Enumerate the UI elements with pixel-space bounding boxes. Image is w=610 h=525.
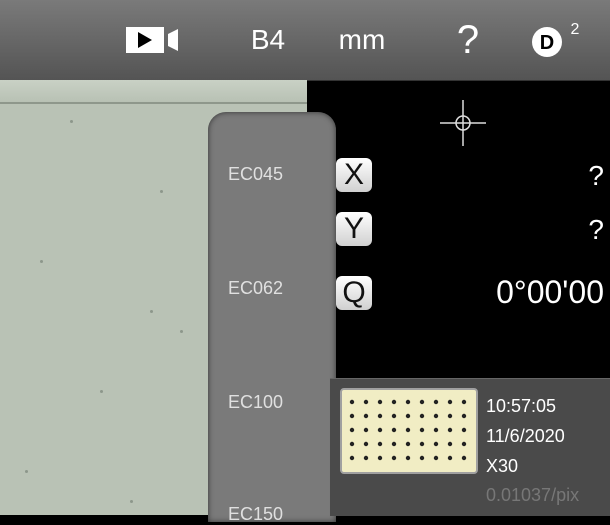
x-button[interactable]: X <box>336 158 372 192</box>
ec-item[interactable]: EC062 <box>228 278 308 299</box>
angle-value: 0°00'00 <box>496 274 604 310</box>
ec-item[interactable]: EC045 <box>228 164 308 185</box>
zoom-text: X30 <box>486 456 519 476</box>
crosshair-icon <box>440 100 486 146</box>
paper-size-button[interactable]: B4 <box>240 0 296 80</box>
y-button[interactable]: Y <box>336 212 372 246</box>
top-toolbar: B4 mm ? D 2 <box>0 0 610 81</box>
q-button[interactable]: Q <box>336 276 372 310</box>
video-camera-icon[interactable] <box>118 0 192 80</box>
live-view-top-frame <box>0 80 307 104</box>
ec-item[interactable]: EC100 <box>228 392 308 413</box>
scale-text: 0.01037/pix <box>486 485 580 505</box>
x-value: ? <box>588 160 604 191</box>
date-text: 11/6/2020 <box>486 426 565 446</box>
help-button[interactable]: ? <box>440 0 496 80</box>
d2-icon[interactable]: D 2 <box>520 0 590 80</box>
time-text: 10:57:05 <box>486 396 557 416</box>
ec-list-panel: EC045 EC062 EC100 EC150 <box>208 112 336 524</box>
y-value: ? <box>588 214 604 245</box>
units-button[interactable]: mm <box>320 0 404 80</box>
d2-superscript: 2 <box>571 21 580 38</box>
d2-letter: D <box>540 32 554 54</box>
pattern-thumbnail[interactable] <box>340 388 478 474</box>
dot-grid <box>349 399 467 461</box>
